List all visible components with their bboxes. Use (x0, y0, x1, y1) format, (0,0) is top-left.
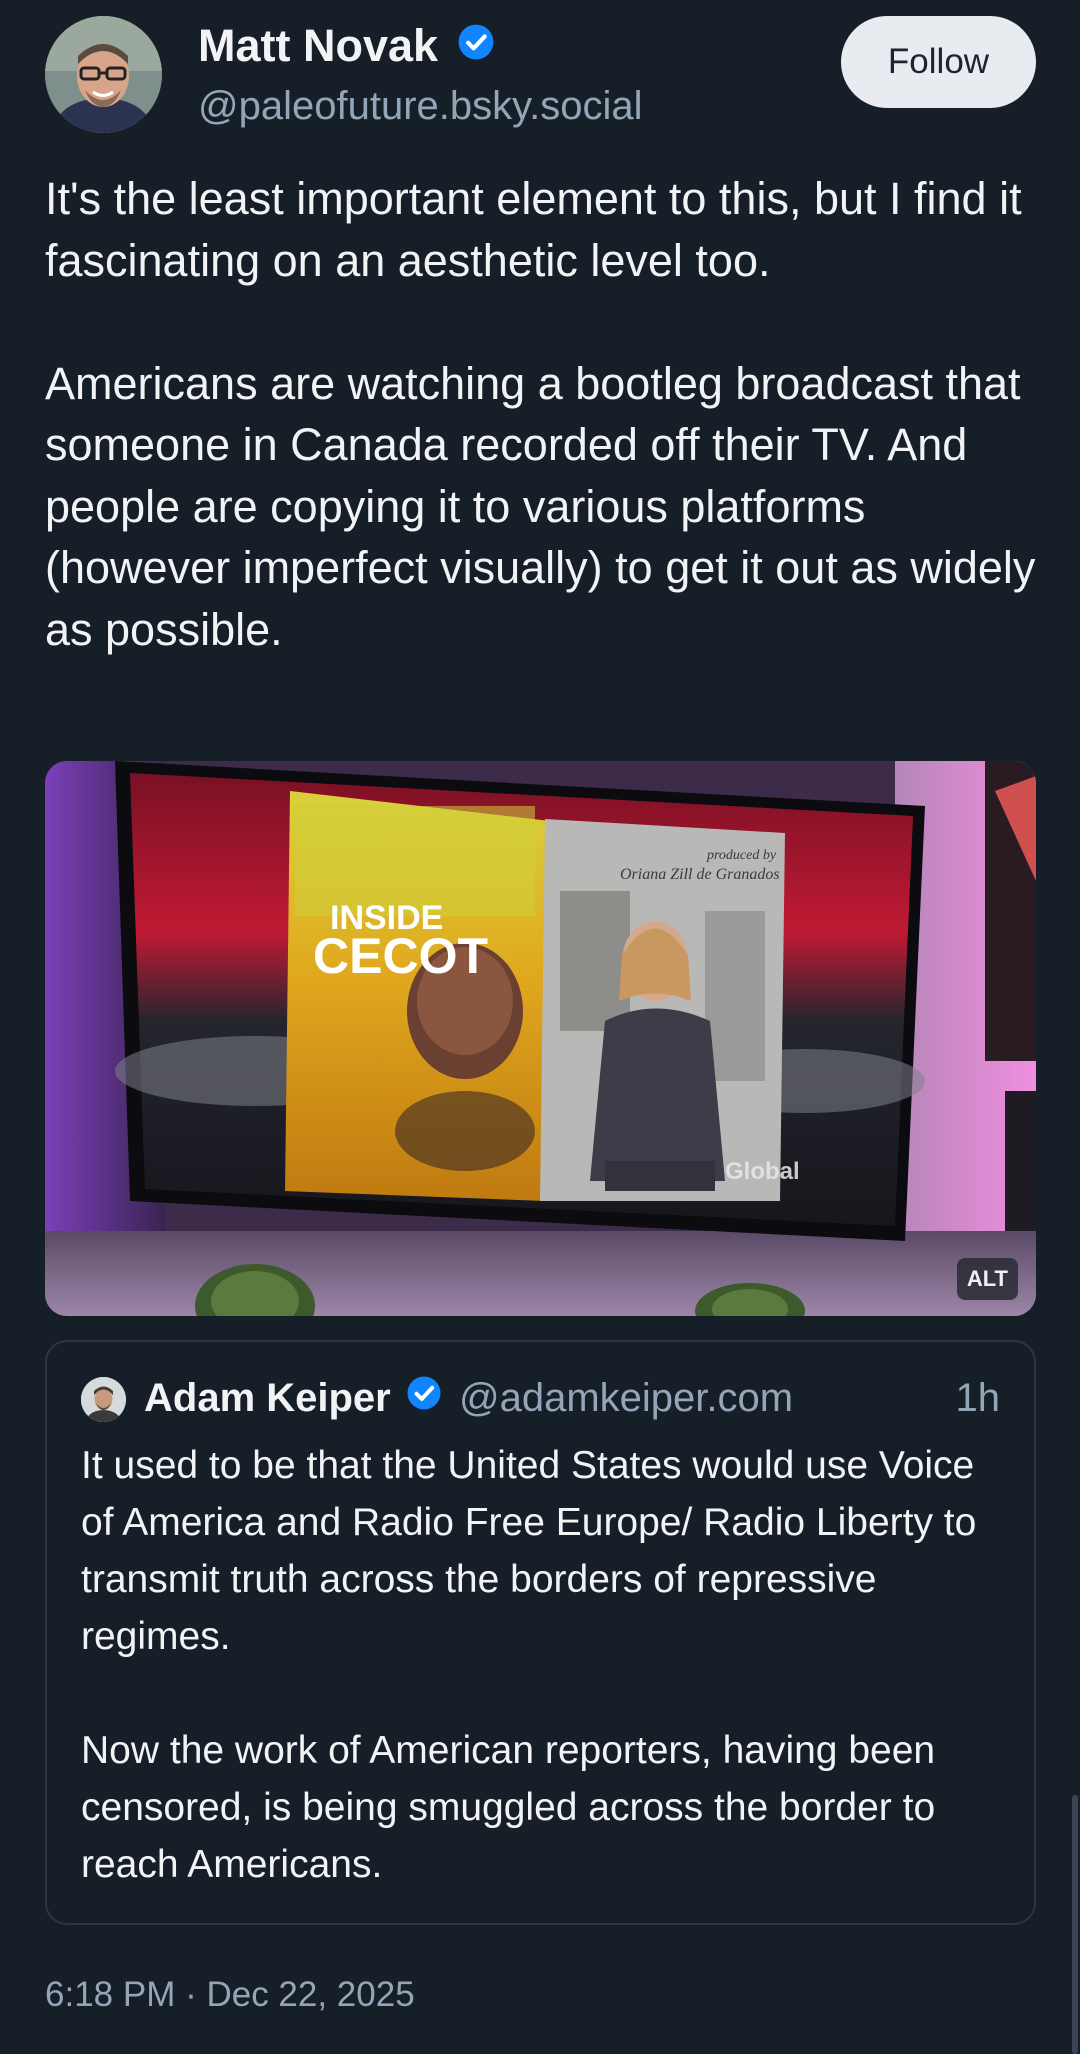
scrollbar[interactable] (1072, 1795, 1078, 2054)
author-name-row[interactable]: Matt Novak (198, 20, 495, 72)
post-image[interactable]: INSIDE CECOT produced by Oriana Zill de … (45, 761, 1036, 1316)
post-text: It's the least important element to this… (45, 168, 1045, 660)
tv-credit-line2: Oriana Zill de Granados (620, 866, 780, 883)
quote-text: It used to be that the United States wou… (81, 1437, 1011, 1893)
tv-screen-photo: INSIDE CECOT produced by Oriana Zill de … (45, 761, 1036, 1316)
author-handle[interactable]: @paleofuture.bsky.social (198, 84, 643, 129)
quoted-post[interactable]: Adam Keiper @adamkeiper.com 1h It used t… (45, 1340, 1036, 1925)
post-paragraph: Americans are watching a bootleg broadca… (45, 357, 1036, 655)
quote-author-avatar[interactable] (81, 1377, 126, 1422)
quote-author-handle[interactable]: @adamkeiper.com (459, 1376, 793, 1420)
quote-time: 1h (955, 1376, 1001, 1420)
post-timestamp: 6:18 PM · Dec 22, 2025 (45, 1975, 415, 2014)
quote-author-name[interactable]: Adam Keiper (144, 1376, 391, 1420)
verified-icon (406, 1372, 442, 1424)
quote-avatar-image (81, 1377, 126, 1422)
tv-credit-line1: produced by (706, 848, 777, 863)
author-name[interactable]: Matt Novak (198, 20, 438, 71)
quote-paragraph: Now the work of American reporters, havi… (81, 1729, 936, 1886)
verified-icon (457, 20, 495, 72)
author-avatar-image (45, 16, 162, 133)
quote-paragraph: It used to be that the United States wou… (81, 1444, 977, 1658)
post-page: Matt Novak @paleofuture.bsky.social Foll… (0, 0, 1080, 2054)
post-paragraph: It's the least important element to this… (45, 173, 1022, 286)
quote-header: Adam Keiper @adamkeiper.com (144, 1372, 793, 1424)
tv-title-line2: CECOT (313, 928, 488, 984)
alt-text-badge[interactable]: ALT (956, 1258, 1018, 1300)
follow-button[interactable]: Follow (841, 16, 1036, 108)
tv-network-logo: Global (725, 1158, 800, 1185)
author-avatar[interactable] (45, 16, 162, 133)
